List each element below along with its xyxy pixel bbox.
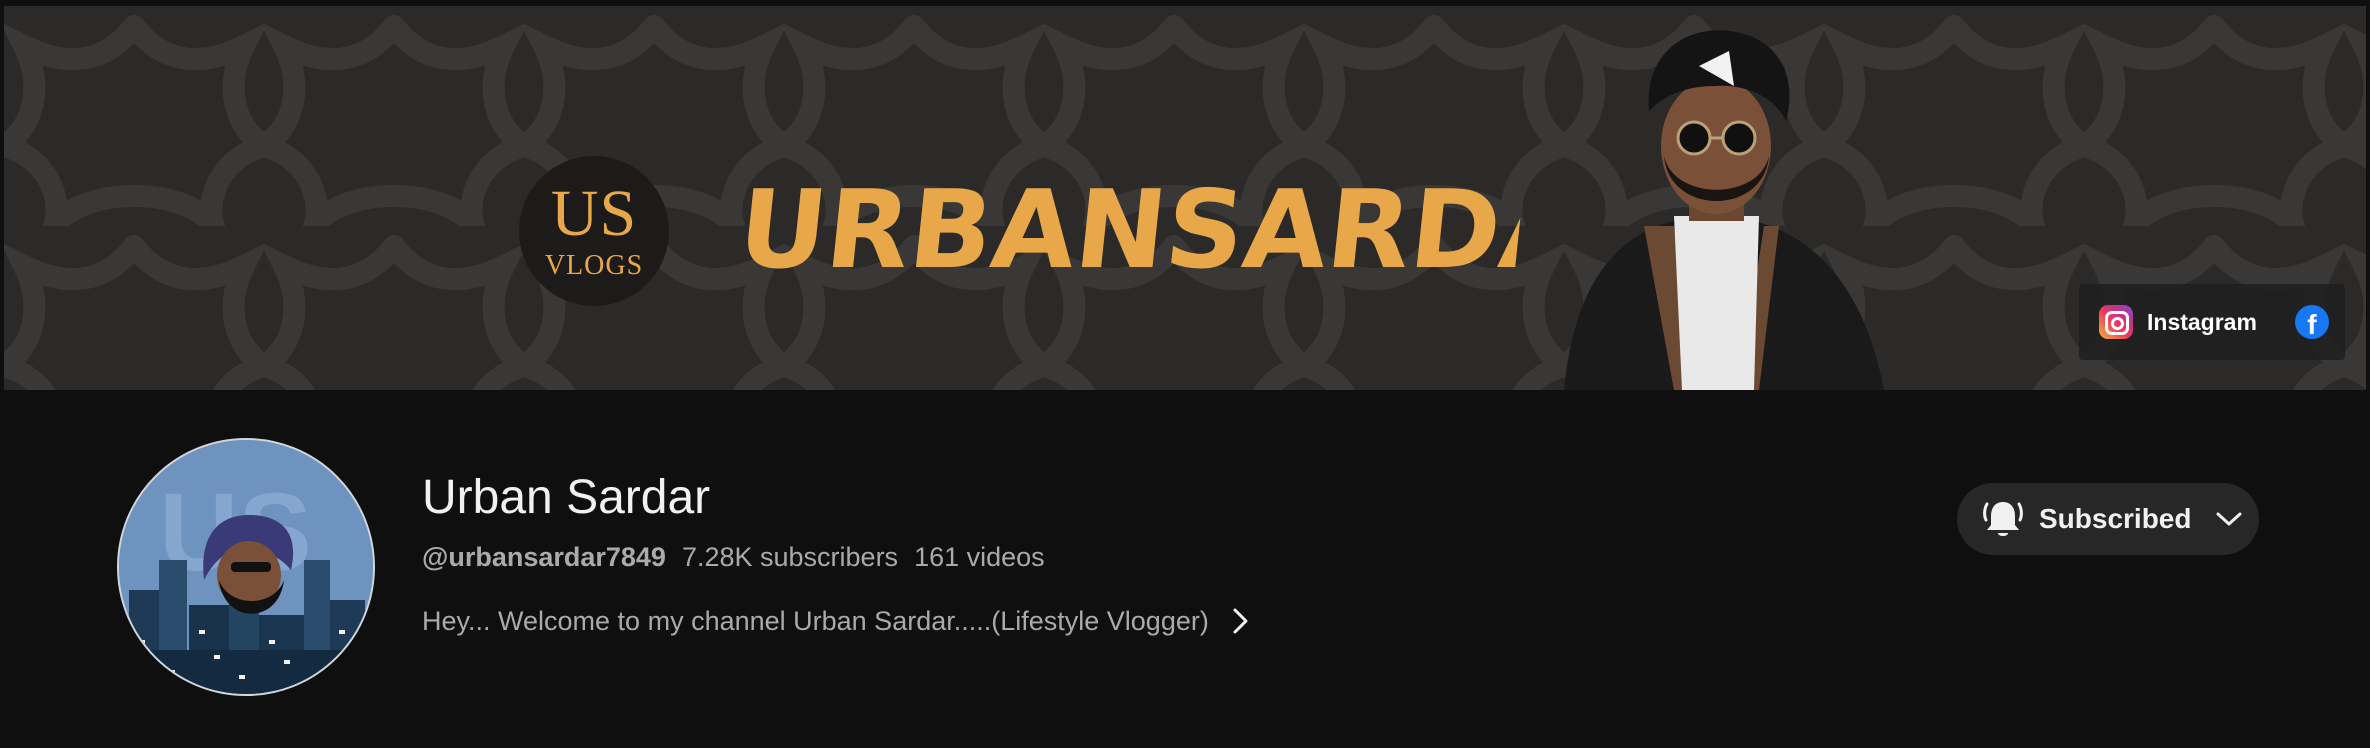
- channel-name: Urban Sardar: [422, 471, 711, 524]
- description-text[interactable]: Hey... Welcome to my channel Urban Sarda…: [422, 606, 1209, 637]
- instagram-link[interactable]: Instagram: [2147, 309, 2257, 336]
- channel-description[interactable]: Hey... Welcome to my channel Urban Sarda…: [422, 604, 1253, 638]
- logo-main-text: US: [550, 177, 638, 250]
- subscriber-count: 7.28K subscribers: [681, 542, 899, 572]
- subscribed-button[interactable]: Subscribed: [1957, 483, 2259, 555]
- banner-links: Instagram f: [2079, 284, 2345, 360]
- instagram-icon[interactable]: [2099, 305, 2133, 339]
- chevron-down-icon: [2216, 512, 2242, 526]
- subscribed-label: Subscribed: [2039, 503, 2192, 534]
- chevron-right-icon[interactable]: [1227, 604, 1253, 638]
- channel-handle: @urbansardar7849: [422, 542, 666, 572]
- channel-meta: @urbansardar7849 7.28K subscribers 161 v…: [422, 542, 1045, 573]
- avatar-illustration: US: [119, 440, 373, 694]
- channel-avatar[interactable]: US: [117, 438, 375, 696]
- channel-banner: US VLOGS URBANSARDAR Instagram f: [4, 6, 2366, 390]
- logo-sub-text: VLOGS: [544, 250, 644, 281]
- facebook-icon[interactable]: f: [2294, 305, 2329, 339]
- banner-person-image: [1564, 30, 1884, 390]
- bell-icon: [1983, 502, 2023, 536]
- us-vlogs-logo: US VLOGS: [519, 156, 669, 306]
- video-count: 161 videos: [914, 542, 1045, 572]
- banner-wordmark: URBANSARDAR: [732, 168, 1526, 293]
